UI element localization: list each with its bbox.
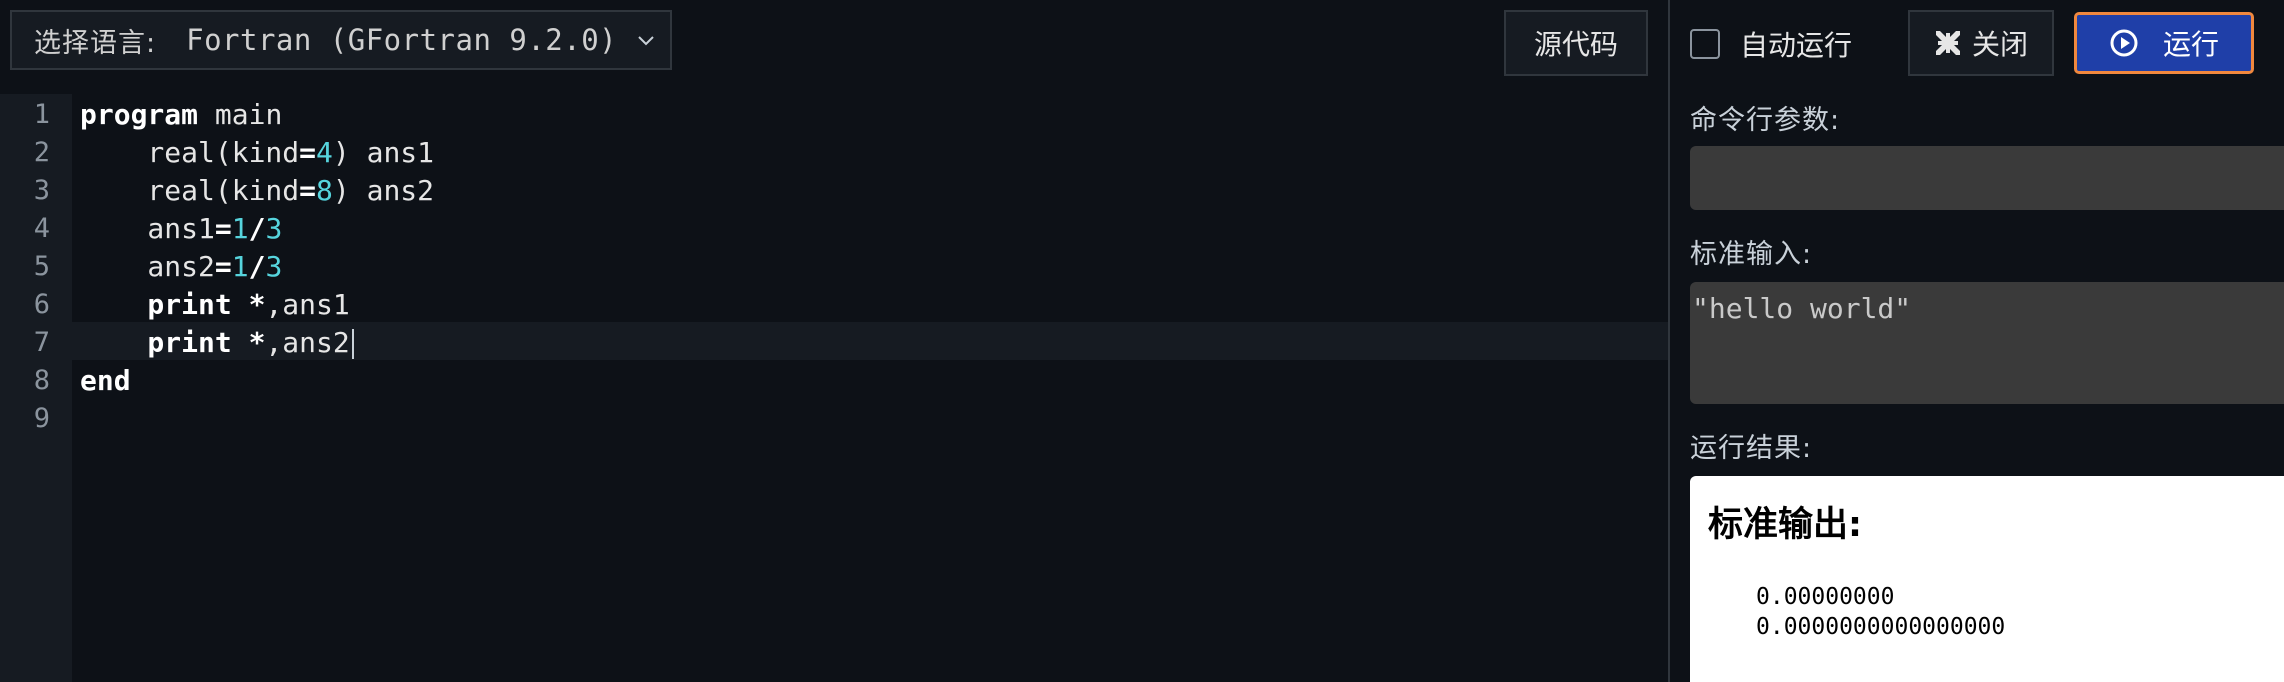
code-line[interactable]: ans1=1/3: [80, 210, 282, 248]
code-token: 4: [316, 136, 333, 169]
code-line[interactable]: program main: [80, 96, 282, 134]
text-cursor: [351, 329, 354, 359]
code-token: print: [80, 326, 232, 359]
code-line[interactable]: ans2=1/3: [80, 248, 282, 286]
close-button-label: 关闭: [1971, 28, 2028, 61]
output-line: 0.0000000000000000: [1756, 614, 2006, 640]
stdin-label: 标准输入:: [1690, 239, 1813, 270]
code-token: =: [299, 136, 317, 169]
code-token: /: [248, 250, 266, 283]
code-token: *: [248, 288, 266, 321]
code-token: 8: [316, 174, 333, 207]
line-number: 8: [33, 365, 50, 396]
code-editor[interactable]: 123456789 program main real(kind=4) ans1…: [0, 94, 1668, 682]
line-number: 2: [33, 137, 50, 168]
code-token: ,ans1: [265, 288, 350, 321]
code-token: =: [214, 250, 232, 283]
code-line[interactable]: real(kind=4) ans1: [80, 134, 434, 172]
code-token: ,ans2: [265, 326, 350, 359]
code-token: ) ans1: [332, 136, 435, 169]
code-token: main: [198, 98, 283, 131]
stdout-title: 标准输出:: [1708, 505, 1862, 545]
args-input[interactable]: [1690, 146, 2284, 210]
code-line[interactable]: print *,ans1: [80, 286, 350, 324]
code-token: ) ans2: [332, 174, 435, 207]
editor-pane: 选择语言: Fortran (GFortran 9.2.0) 源代码 1 2 3 4 5…: [0, 0, 1668, 682]
line-number: 6: [33, 289, 50, 320]
args-label: 命令行参数:: [1690, 105, 1841, 136]
line-number: 9: [33, 403, 50, 434]
line-number-gutter: 1 2 3 4 5 6 7 8 9: [0, 94, 72, 682]
code-token: 3: [265, 250, 283, 283]
code-token: 1: [231, 212, 249, 245]
auto-run-toggle[interactable]: 自动运行: [1690, 24, 1852, 64]
language-select-label: 选择语言:: [34, 27, 157, 59]
code-token: =: [299, 174, 317, 207]
play-circle-icon: [2110, 29, 2138, 57]
language-select-value: Fortran (GFortran 9.2.0): [186, 23, 618, 57]
line-number: 4: [33, 213, 50, 244]
output-line: 0.00000000: [1756, 584, 1895, 610]
collapse-icon: [1935, 31, 1960, 55]
code-line[interactable]: end: [80, 362, 131, 400]
code-token: print: [80, 288, 232, 321]
stdin-input[interactable]: "hello world": [1690, 282, 2284, 404]
line-number: 3: [33, 175, 50, 206]
code-token: ans2: [80, 250, 215, 283]
code-token: /: [248, 212, 266, 245]
chevron-down-icon: [638, 36, 654, 46]
code-token: 3: [265, 212, 283, 245]
code-line[interactable]: real(kind=8) ans2: [80, 172, 434, 210]
code-token: end: [80, 364, 131, 397]
code-token: 1: [231, 250, 249, 283]
run-button[interactable]: 运行: [2074, 12, 2254, 74]
code-token: *: [248, 326, 266, 359]
close-button[interactable]: 关闭: [1908, 10, 2054, 76]
auto-run-label: 自动运行: [1740, 29, 1853, 62]
line-number: 5: [33, 251, 50, 282]
run-button-label: 运行: [2162, 28, 2219, 61]
auto-run-checkbox[interactable]: [1690, 29, 1720, 59]
line-number: 1: [33, 99, 50, 130]
language-select[interactable]: 选择语言: Fortran (GFortran 9.2.0): [10, 10, 672, 70]
code-token: real(kind: [80, 174, 300, 207]
line-number: 7: [33, 327, 50, 358]
source-code-button[interactable]: 源代码: [1504, 10, 1648, 76]
result-output: 标准输出: 0.00000000 0.0000000000000000: [1690, 476, 2284, 682]
result-label: 运行结果:: [1690, 433, 1813, 464]
code-token: =: [214, 212, 232, 245]
code-token: program: [80, 98, 199, 131]
run-panel: 自动运行 关闭 运行 命令行参数: 标准输入: "hello world" 运行…: [1670, 0, 2284, 682]
code-line[interactable]: print *,ans2: [80, 324, 354, 362]
code-token: real(kind: [80, 136, 300, 169]
code-token: ans1: [80, 212, 215, 245]
